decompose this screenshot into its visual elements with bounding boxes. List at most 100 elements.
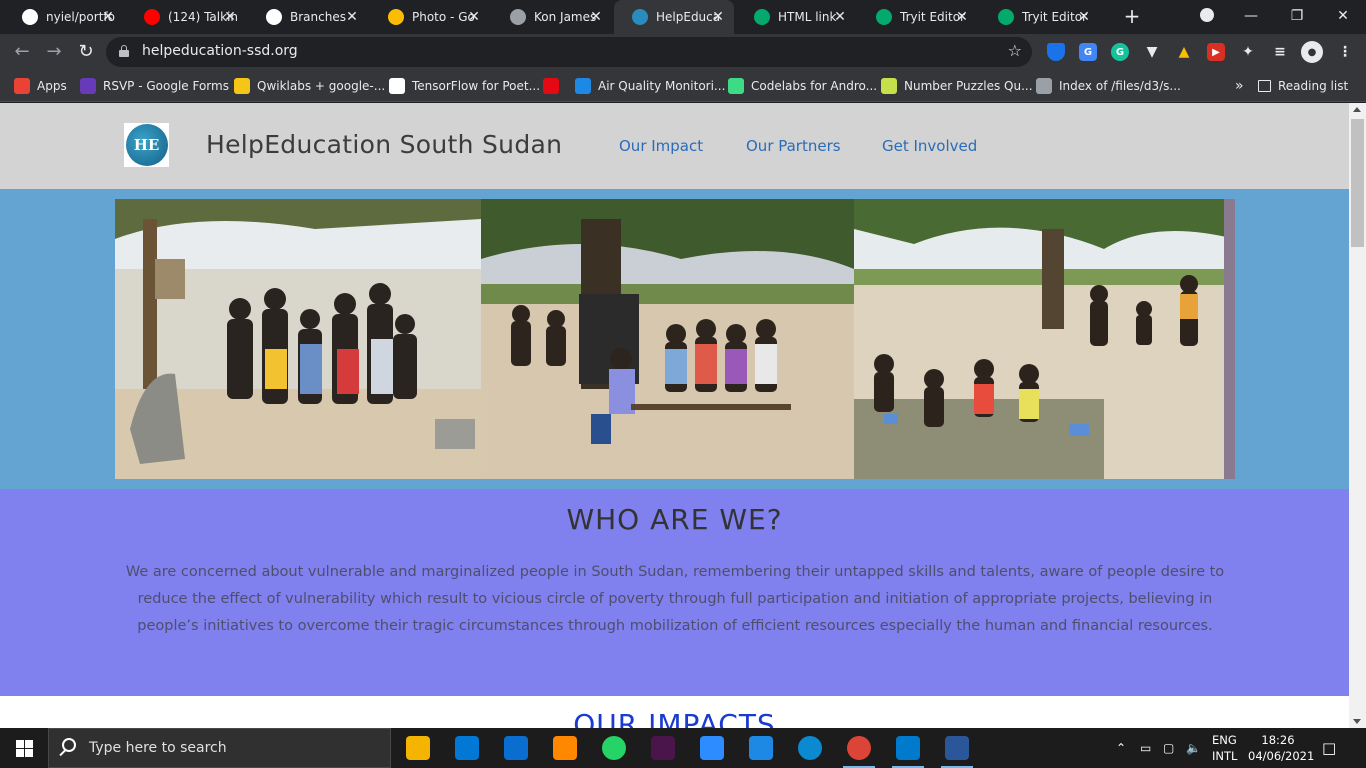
back-button[interactable]: ← xyxy=(10,40,34,64)
browser-tab[interactable]: HTML link ✕ xyxy=(736,0,856,34)
language-code: ENG xyxy=(1212,733,1237,747)
tab-search-button[interactable] xyxy=(1184,0,1230,34)
windows-logo-icon xyxy=(15,739,33,757)
bookmark-label: Air Quality Monitori... xyxy=(598,79,726,93)
bookmark-item[interactable]: Qwiklabs + google-... xyxy=(234,76,385,96)
bookmark-item[interactable] xyxy=(543,76,566,96)
taskbar-app-button[interactable] xyxy=(888,732,928,768)
vuetools-icon[interactable]: ▼ xyxy=(1143,43,1161,61)
browser-tab[interactable]: Branches · ✕ xyxy=(248,0,368,34)
notifications-icon[interactable]: □ xyxy=(1322,728,1336,768)
taskbar-app-button[interactable] xyxy=(398,732,438,764)
scroll-up-arrow-icon[interactable] xyxy=(1353,107,1361,112)
vlc-icon xyxy=(553,736,577,760)
minimize-button[interactable]: — xyxy=(1228,0,1274,34)
globe-icon xyxy=(1036,78,1052,94)
bookmark-item[interactable]: Apps xyxy=(14,76,67,96)
taskbar-app-button[interactable] xyxy=(937,732,977,768)
browser-tab[interactable]: nyiel/portfo ✕ xyxy=(4,0,124,34)
file-explorer-icon xyxy=(406,736,430,760)
extensions-puzzle-icon[interactable]: ✦ xyxy=(1239,43,1257,61)
google-translate-icon[interactable]: G xyxy=(1079,43,1097,61)
taskbar-app-button[interactable] xyxy=(447,732,487,764)
taskbar-app-button[interactable] xyxy=(594,732,634,764)
battery-icon[interactable]: ▭ xyxy=(1140,728,1151,768)
hero-photo-outdoor-class xyxy=(481,199,854,479)
scroll-down-arrow-icon[interactable] xyxy=(1353,719,1361,724)
browser-tab[interactable]: Photo - Go ✕ xyxy=(370,0,490,34)
close-tab-icon[interactable]: ✕ xyxy=(222,9,238,25)
restore-button[interactable]: ❐ xyxy=(1274,0,1320,34)
close-tab-icon[interactable]: ✕ xyxy=(588,9,604,25)
google-drive-icon[interactable]: ▲ xyxy=(1175,43,1193,61)
shield-extension-icon[interactable] xyxy=(1047,43,1065,61)
bookmark-item[interactable]: Index of /files/d3/s... xyxy=(1036,76,1181,96)
show-hidden-icons-button[interactable]: ⌃ xyxy=(1116,728,1126,768)
slack-icon xyxy=(651,736,675,760)
bookmark-item[interactable]: RSVP - Google Forms xyxy=(80,76,229,96)
media-control-icon[interactable]: ≡ xyxy=(1271,43,1289,61)
taskbar-app-button[interactable] xyxy=(496,732,536,764)
reload-button[interactable]: ↻ xyxy=(74,40,98,64)
mail-icon xyxy=(504,736,528,760)
volume-icon[interactable]: 🔈 xyxy=(1186,728,1201,768)
nav-our-partners[interactable]: Our Partners xyxy=(746,137,841,155)
bookmark-label: Apps xyxy=(37,79,67,93)
our-impacts-heading: OUR IMPACTS xyxy=(573,708,776,728)
browser-menu-icon[interactable]: ⋮ xyxy=(1336,43,1354,61)
url-text[interactable]: helpeducation-ssd.org xyxy=(142,43,298,59)
chevron-down-icon xyxy=(1200,8,1214,22)
bookmark-item[interactable]: Number Puzzles Qu... xyxy=(881,76,1033,96)
vscode-icon xyxy=(896,736,920,760)
browser-tab[interactable]: Tryit Editor ✕ xyxy=(980,0,1100,34)
close-tab-icon[interactable]: ✕ xyxy=(344,9,360,25)
w3schools-icon xyxy=(876,9,892,25)
page-scrollbar[interactable] xyxy=(1349,103,1366,728)
taskbar-app-button[interactable] xyxy=(643,732,683,764)
network-icon[interactable]: ▢ xyxy=(1163,728,1174,768)
helpeducation-logo-icon: HE xyxy=(125,124,168,166)
zoom-icon xyxy=(700,736,724,760)
taskbar-app-button[interactable] xyxy=(741,732,781,764)
bookmark-label: Number Puzzles Qu... xyxy=(904,79,1033,93)
nav-get-involved[interactable]: Get Involved xyxy=(882,137,977,155)
browser-tab[interactable]: (124) Talkin ✕ xyxy=(126,0,246,34)
browser-tab[interactable]: Tryit Editor ✕ xyxy=(858,0,978,34)
reading-list-button[interactable]: Reading list xyxy=(1258,76,1348,96)
system-clock[interactable]: 18:26 04/06/2021 xyxy=(1248,732,1314,764)
taskbar-search-box[interactable]: Type here to search xyxy=(48,728,391,768)
bookmark-star-icon[interactable]: ☆ xyxy=(1008,41,1022,60)
new-tab-button[interactable]: + xyxy=(1120,5,1144,29)
start-button[interactable] xyxy=(0,728,48,768)
close-tab-icon[interactable]: ✕ xyxy=(710,9,726,25)
taskbar-search-placeholder: Type here to search xyxy=(89,740,227,756)
browser-tab[interactable]: Kon James ✕ xyxy=(492,0,612,34)
bookmark-item[interactable]: Air Quality Monitori... xyxy=(575,76,725,96)
close-window-button[interactable]: ✕ xyxy=(1320,0,1366,34)
close-tab-icon[interactable]: ✕ xyxy=(466,9,482,25)
record-extension-icon[interactable]: ▶ xyxy=(1207,43,1225,61)
browser-tab[interactable]: HelpEduca ✕ xyxy=(614,0,734,34)
profile-avatar[interactable]: ● xyxy=(1301,41,1323,63)
taskbar-app-button[interactable] xyxy=(790,732,830,764)
taskbar-app-button[interactable] xyxy=(692,732,732,764)
bookmark-item[interactable]: Codelabs for Andro... xyxy=(728,76,877,96)
address-bar[interactable]: helpeducation-ssd.org ☆ xyxy=(106,37,1032,67)
site-logo[interactable]: HE xyxy=(124,123,169,167)
youtube-icon xyxy=(144,9,160,25)
close-tab-icon[interactable]: ✕ xyxy=(1076,9,1092,25)
page-viewport: HE HelpEducation South Sudan Our Impact … xyxy=(0,103,1349,728)
close-tab-icon[interactable]: ✕ xyxy=(832,9,848,25)
bookmark-item[interactable]: TensorFlow for Poet... xyxy=(389,76,540,96)
close-tab-icon[interactable]: ✕ xyxy=(100,9,116,25)
taskbar-app-button[interactable] xyxy=(545,732,585,764)
taskbar-app-button[interactable] xyxy=(839,732,879,768)
grammarly-icon[interactable]: G xyxy=(1111,43,1129,61)
nav-our-impact[interactable]: Our Impact xyxy=(619,137,703,155)
language-indicator[interactable]: ENG INTL xyxy=(1212,732,1237,764)
bookmarks-overflow-button[interactable]: » xyxy=(1235,76,1244,96)
qwiklabs-icon xyxy=(234,78,250,94)
forward-button[interactable]: → xyxy=(42,40,66,64)
scrollbar-thumb[interactable] xyxy=(1351,119,1364,247)
close-tab-icon[interactable]: ✕ xyxy=(954,9,970,25)
